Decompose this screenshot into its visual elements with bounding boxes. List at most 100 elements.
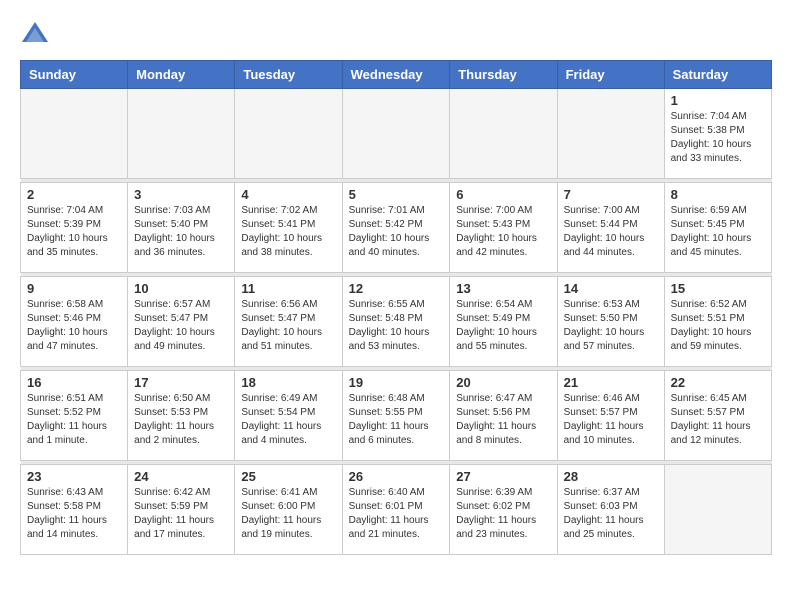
day-number: 22 — [671, 375, 765, 390]
weekday-header-friday: Friday — [557, 61, 664, 89]
day-cell-empty-2 — [235, 89, 342, 179]
week-row-5: 23 Sunrise: 6:43 AMSunset: 5:58 PMDayligh… — [21, 465, 772, 555]
calendar-body: 1 Sunrise: 7:04 AMSunset: 5:38 PMDaylight… — [21, 89, 772, 555]
day-cell-4: 4 Sunrise: 7:02 AMSunset: 5:41 PMDaylight… — [235, 183, 342, 273]
day-number: 6 — [456, 187, 550, 202]
day-info: Sunrise: 6:56 AMSunset: 5:47 PMDaylight:… — [241, 298, 335, 354]
week-row-1: 1 Sunrise: 7:04 AMSunset: 5:38 PMDaylight… — [21, 89, 772, 179]
day-info: Sunrise: 7:01 AMSunset: 5:42 PMDaylight:… — [349, 204, 444, 260]
logo-icon — [20, 20, 50, 50]
day-cell-5: 5 Sunrise: 7:01 AMSunset: 5:42 PMDaylight… — [342, 183, 450, 273]
weekday-header-saturday: Saturday — [664, 61, 771, 89]
day-info: Sunrise: 6:59 AMSunset: 5:45 PMDaylight:… — [671, 204, 765, 260]
day-cell-15: 15 Sunrise: 6:52 AMSunset: 5:51 PMDayligh… — [664, 277, 771, 367]
day-info: Sunrise: 6:58 AMSunset: 5:46 PMDaylight:… — [27, 298, 121, 354]
day-number: 26 — [349, 469, 444, 484]
day-info: Sunrise: 6:49 AMSunset: 5:54 PMDaylight:… — [241, 392, 335, 448]
day-info: Sunrise: 7:04 AMSunset: 5:38 PMDaylight:… — [671, 110, 765, 166]
day-cell-20: 20 Sunrise: 6:47 AMSunset: 5:56 PMDayligh… — [450, 371, 557, 461]
day-number: 24 — [134, 469, 228, 484]
day-cell-empty-1 — [128, 89, 235, 179]
day-info: Sunrise: 6:50 AMSunset: 5:53 PMDaylight:… — [134, 392, 228, 448]
day-info: Sunrise: 7:00 AMSunset: 5:44 PMDaylight:… — [564, 204, 658, 260]
day-cell-24: 24 Sunrise: 6:42 AMSunset: 5:59 PMDayligh… — [128, 465, 235, 555]
day-info: Sunrise: 6:53 AMSunset: 5:50 PMDaylight:… — [564, 298, 658, 354]
day-info: Sunrise: 6:55 AMSunset: 5:48 PMDaylight:… — [349, 298, 444, 354]
weekday-header-sunday: Sunday — [21, 61, 128, 89]
day-number: 1 — [671, 93, 765, 108]
day-info: Sunrise: 6:57 AMSunset: 5:47 PMDaylight:… — [134, 298, 228, 354]
day-cell-empty-4 — [450, 89, 557, 179]
day-number: 16 — [27, 375, 121, 390]
day-info: Sunrise: 6:39 AMSunset: 6:02 PMDaylight:… — [456, 486, 550, 542]
day-number: 2 — [27, 187, 121, 202]
weekday-header-tuesday: Tuesday — [235, 61, 342, 89]
day-info: Sunrise: 6:45 AMSunset: 5:57 PMDaylight:… — [671, 392, 765, 448]
day-info: Sunrise: 6:54 AMSunset: 5:49 PMDaylight:… — [456, 298, 550, 354]
day-number: 18 — [241, 375, 335, 390]
day-cell-10: 10 Sunrise: 6:57 AMSunset: 5:47 PMDayligh… — [128, 277, 235, 367]
day-cell-12: 12 Sunrise: 6:55 AMSunset: 5:48 PMDayligh… — [342, 277, 450, 367]
day-cell-26: 26 Sunrise: 6:40 AMSunset: 6:01 PMDayligh… — [342, 465, 450, 555]
day-cell-11: 11 Sunrise: 6:56 AMSunset: 5:47 PMDayligh… — [235, 277, 342, 367]
weekday-header-thursday: Thursday — [450, 61, 557, 89]
day-cell-9: 9Sunrise: 6:58 AMSunset: 5:46 PMDaylight… — [21, 277, 128, 367]
day-number: 20 — [456, 375, 550, 390]
day-cell-empty-3 — [342, 89, 450, 179]
day-cell-empty-0 — [21, 89, 128, 179]
day-number: 10 — [134, 281, 228, 296]
day-cell-7: 7 Sunrise: 7:00 AMSunset: 5:44 PMDaylight… — [557, 183, 664, 273]
day-number: 28 — [564, 469, 658, 484]
day-info: Sunrise: 7:00 AMSunset: 5:43 PMDaylight:… — [456, 204, 550, 260]
day-number: 27 — [456, 469, 550, 484]
day-number: 3 — [134, 187, 228, 202]
day-info: Sunrise: 6:37 AMSunset: 6:03 PMDaylight:… — [564, 486, 658, 542]
day-info: Sunrise: 6:42 AMSunset: 5:59 PMDaylight:… — [134, 486, 228, 542]
day-cell-22: 22 Sunrise: 6:45 AMSunset: 5:57 PMDayligh… — [664, 371, 771, 461]
week-row-4: 16 Sunrise: 6:51 AMSunset: 5:52 PMDayligh… — [21, 371, 772, 461]
page-header — [20, 20, 772, 50]
day-cell-2: 2 Sunrise: 7:04 AMSunset: 5:39 PMDaylight… — [21, 183, 128, 273]
day-info: Sunrise: 6:41 AMSunset: 6:00 PMDaylight:… — [241, 486, 335, 542]
weekday-header-monday: Monday — [128, 61, 235, 89]
day-number: 23 — [27, 469, 121, 484]
day-cell-21: 21 Sunrise: 6:46 AMSunset: 5:57 PMDayligh… — [557, 371, 664, 461]
day-number: 5 — [349, 187, 444, 202]
day-number: 13 — [456, 281, 550, 296]
day-cell-6: 6 Sunrise: 7:00 AMSunset: 5:43 PMDaylight… — [450, 183, 557, 273]
day-number: 4 — [241, 187, 335, 202]
day-cell-16: 16 Sunrise: 6:51 AMSunset: 5:52 PMDayligh… — [21, 371, 128, 461]
day-cell-empty-5 — [557, 89, 664, 179]
day-cell-18: 18 Sunrise: 6:49 AMSunset: 5:54 PMDayligh… — [235, 371, 342, 461]
day-info: Sunrise: 6:40 AMSunset: 6:01 PMDaylight:… — [349, 486, 444, 542]
day-cell-27: 27 Sunrise: 6:39 AMSunset: 6:02 PMDayligh… — [450, 465, 557, 555]
day-number: 7 — [564, 187, 658, 202]
day-cell-13: 13 Sunrise: 6:54 AMSunset: 5:49 PMDayligh… — [450, 277, 557, 367]
day-cell-28: 28 Sunrise: 6:37 AMSunset: 6:03 PMDayligh… — [557, 465, 664, 555]
calendar: SundayMondayTuesdayWednesdayThursdayFrid… — [20, 60, 772, 555]
day-info: Sunrise: 6:51 AMSunset: 5:52 PMDaylight:… — [27, 392, 121, 448]
day-cell-23: 23 Sunrise: 6:43 AMSunset: 5:58 PMDayligh… — [21, 465, 128, 555]
day-number: 12 — [349, 281, 444, 296]
day-number: 21 — [564, 375, 658, 390]
day-number: 19 — [349, 375, 444, 390]
day-cell-8: 8Sunrise: 6:59 AMSunset: 5:45 PMDaylight… — [664, 183, 771, 273]
day-cell-14: 14 Sunrise: 6:53 AMSunset: 5:50 PMDayligh… — [557, 277, 664, 367]
day-cell-25: 25 Sunrise: 6:41 AMSunset: 6:00 PMDayligh… — [235, 465, 342, 555]
day-cell-3: 3Sunrise: 7:03 AMSunset: 5:40 PMDaylight… — [128, 183, 235, 273]
day-info: Sunrise: 6:43 AMSunset: 5:58 PMDaylight:… — [27, 486, 121, 542]
day-number: 14 — [564, 281, 658, 296]
day-number: 15 — [671, 281, 765, 296]
day-info: Sunrise: 7:04 AMSunset: 5:39 PMDaylight:… — [27, 204, 121, 260]
weekday-header-row: SundayMondayTuesdayWednesdayThursdayFrid… — [21, 61, 772, 89]
day-info: Sunrise: 6:47 AMSunset: 5:56 PMDaylight:… — [456, 392, 550, 448]
day-info: Sunrise: 6:52 AMSunset: 5:51 PMDaylight:… — [671, 298, 765, 354]
logo — [20, 20, 54, 50]
week-row-3: 9Sunrise: 6:58 AMSunset: 5:46 PMDaylight… — [21, 277, 772, 367]
day-cell-1: 1 Sunrise: 7:04 AMSunset: 5:38 PMDaylight… — [664, 89, 771, 179]
day-info: Sunrise: 7:02 AMSunset: 5:41 PMDaylight:… — [241, 204, 335, 260]
day-info: Sunrise: 6:46 AMSunset: 5:57 PMDaylight:… — [564, 392, 658, 448]
day-cell-19: 19Sunrise: 6:48 AMSunset: 5:55 PMDayligh… — [342, 371, 450, 461]
day-number: 25 — [241, 469, 335, 484]
day-number: 11 — [241, 281, 335, 296]
